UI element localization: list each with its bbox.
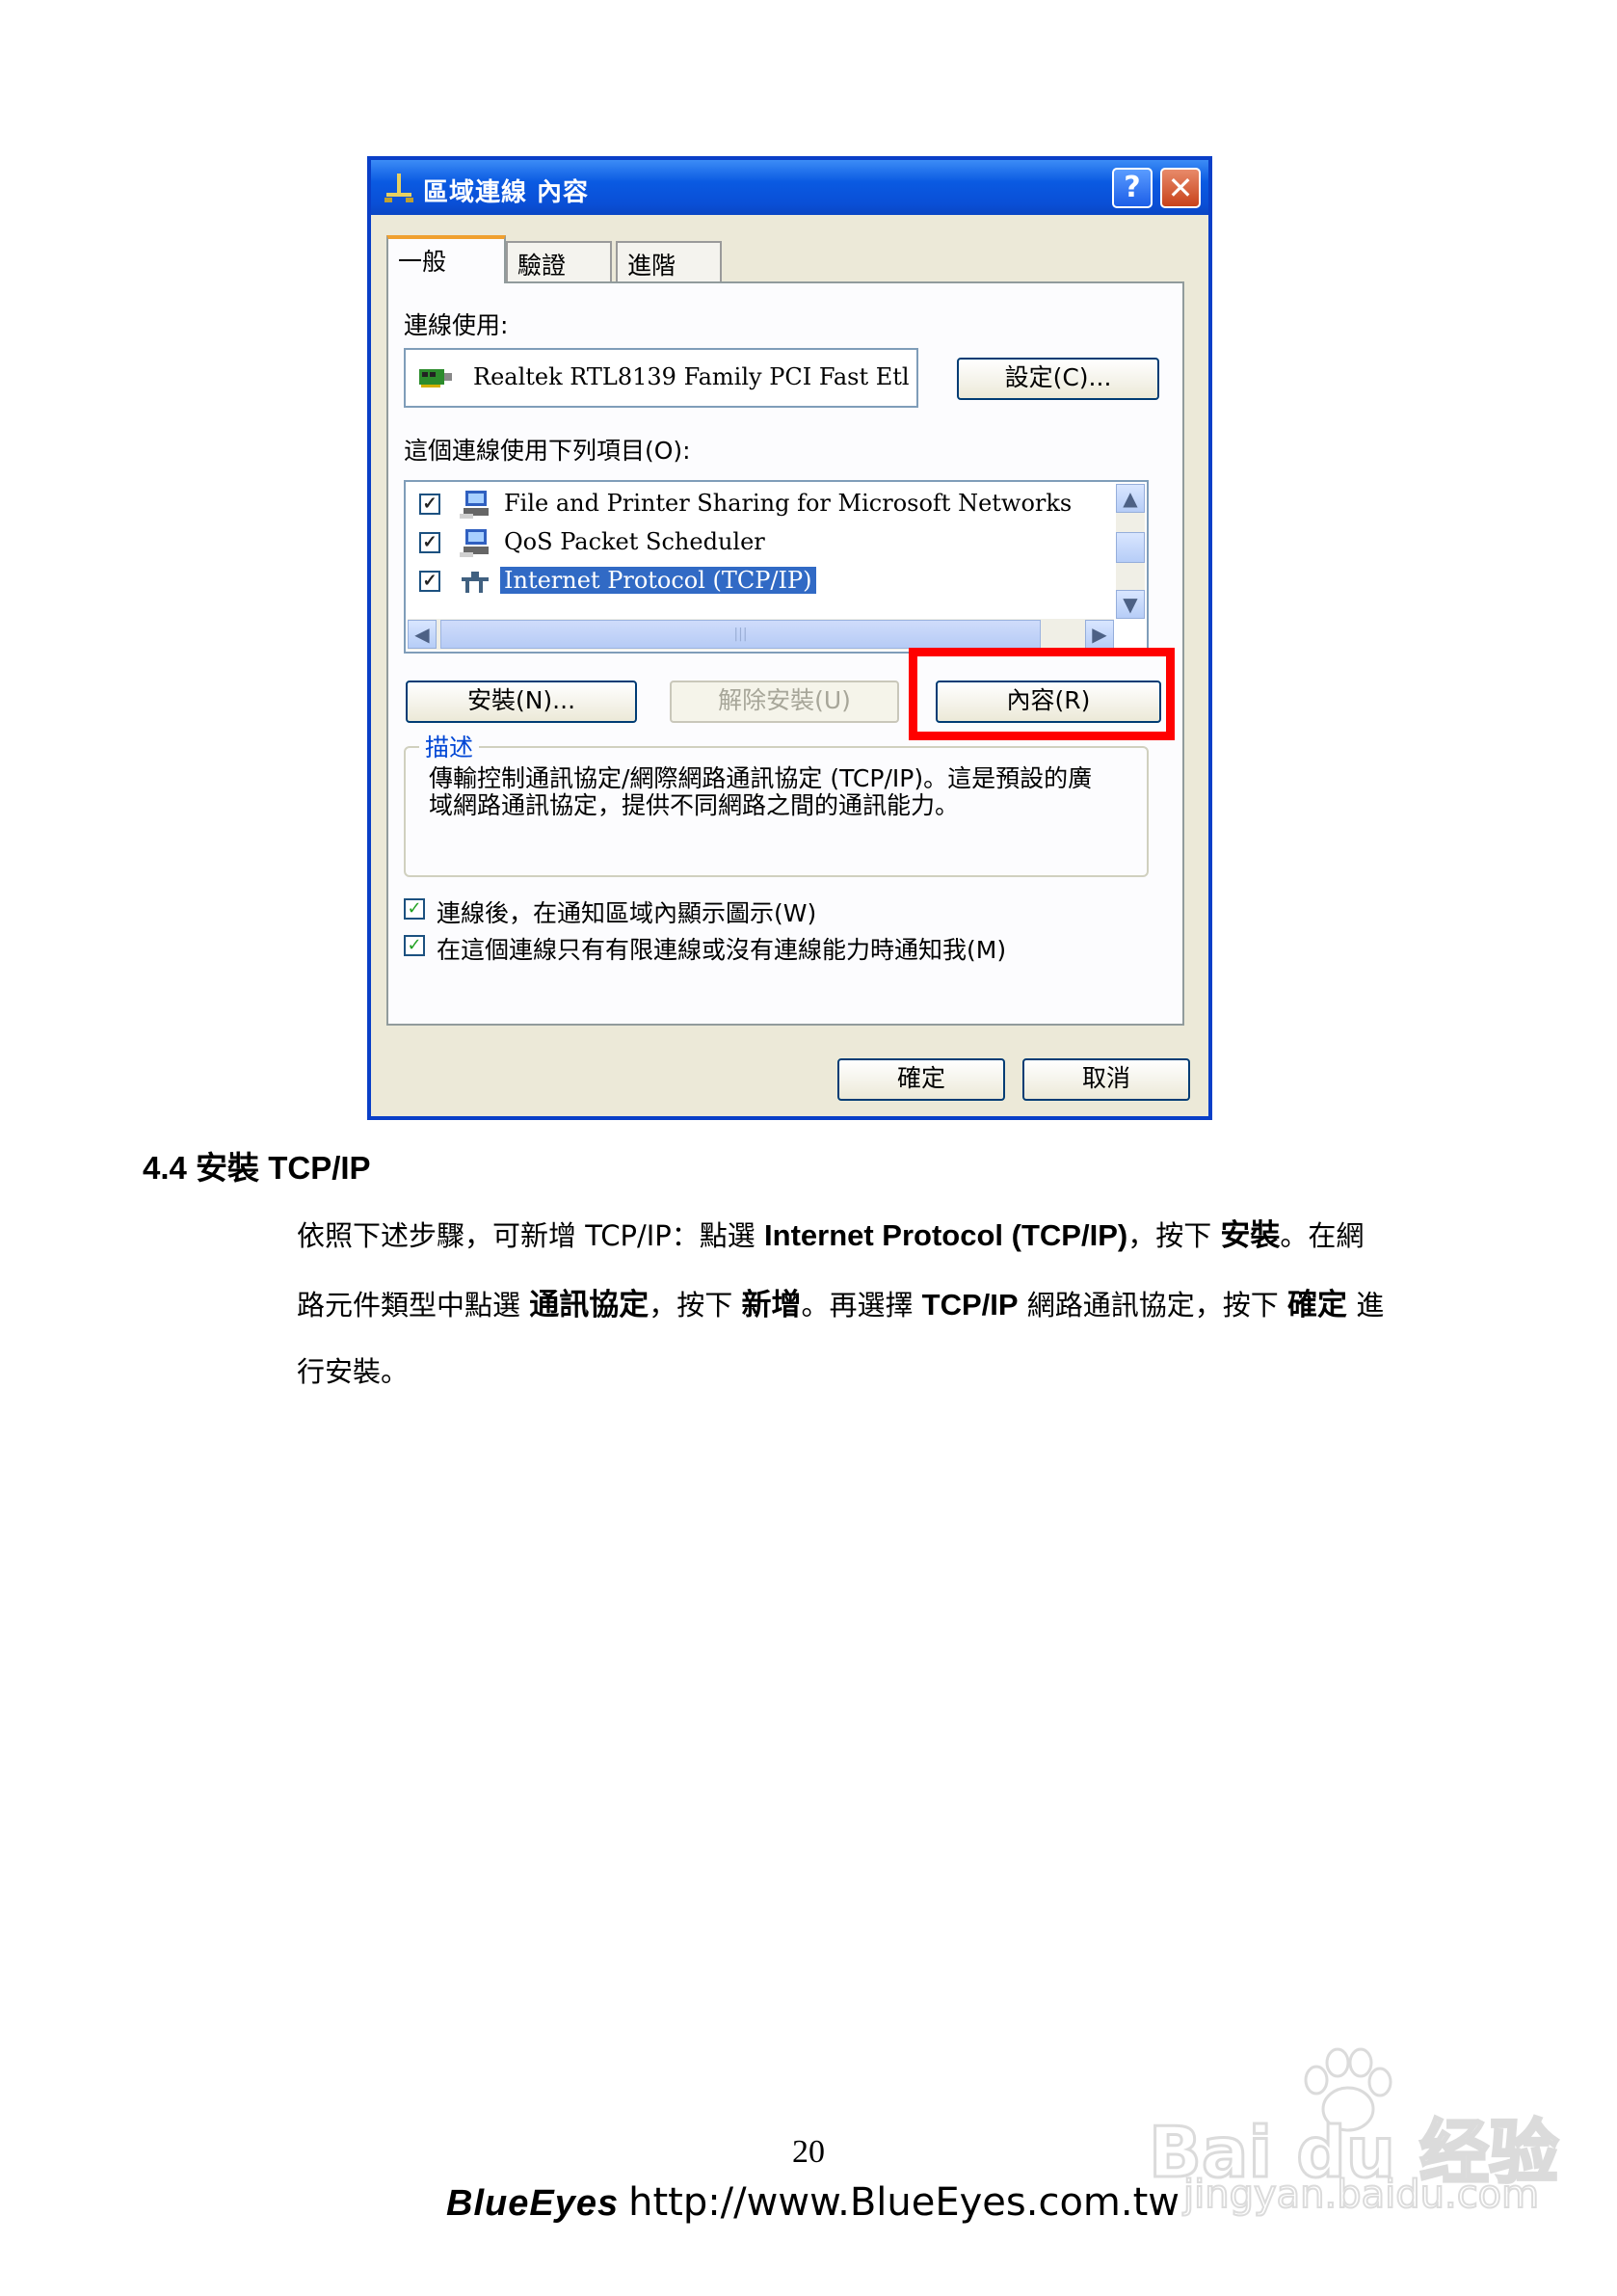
bold-run: TCP/IP [921, 1288, 1019, 1322]
tab-general[interactable]: 一般 [386, 235, 506, 283]
text-run: 網路通訊協定，按下 [1018, 1289, 1287, 1322]
bold-run: 安裝 [1220, 1218, 1281, 1252]
scroll-thumb[interactable]: ||| [440, 620, 1041, 649]
component-checkbox[interactable]: ✓ [419, 571, 440, 592]
bold-run: 通訊協定 [529, 1288, 649, 1322]
watermark-url: jingyan.baidu.com [1182, 2172, 1540, 2218]
description-group: 描述 傳輸控制通訊協定/網際網路通訊協定 (TCP/IP)。這是預設的廣域網路通… [404, 729, 1149, 877]
section-title: 4.4 安裝 TCP/IP [143, 1150, 371, 1186]
components-label: 這個連線使用下列項目(O): [404, 437, 691, 465]
bold-run: 新增 [741, 1288, 802, 1322]
watermark: Bai du 经验 jingyan.baidu.com [1147, 2047, 1560, 2218]
vertical-scrollbar[interactable]: ▲ ▼ [1116, 484, 1145, 619]
network-card-icon [419, 369, 452, 387]
close-button[interactable]: ✕ [1160, 168, 1201, 208]
description-text: 傳輸控制通訊協定/網際網路通訊協定 (TCP/IP)。這是預設的廣域網路通訊協定… [429, 764, 1093, 819]
paragraph-line: 依照下述步驟，可新增 TCP/IP：點選 Internet Protocol (… [297, 1211, 1444, 1254]
properties-dialog: 區域連線 內容 ? ✕ 一般 驗證 進階 連線使用: Realtek RTL81… [367, 156, 1212, 1120]
components-list: ✓ File and Printer Sharing for Microsoft… [404, 480, 1149, 654]
show-icon-checkbox[interactable]: ✓ [404, 898, 425, 920]
adapter-field: Realtek RTL8139 Family PCI Fast Etl [404, 348, 918, 408]
scroll-down-icon[interactable]: ▼ [1116, 590, 1145, 619]
text-run: ，按下 [1127, 1219, 1221, 1252]
component-checkbox[interactable]: ✓ [419, 532, 440, 553]
dialog-title: 區域連線 內容 [423, 178, 590, 207]
notify-label: 在這個連線只有有限連線或沒有連線能力時通知我(M) [437, 936, 1007, 964]
paragraph-line: 行安裝。 [297, 1355, 410, 1388]
text-run: 依照下述步驟，可新增 TCP/IP：點選 [297, 1219, 765, 1252]
horizontal-scrollbar[interactable]: ◀ ||| ▶ [408, 619, 1114, 650]
configure-button[interactable]: 設定(C)... [957, 358, 1159, 400]
footer: BlueEyes http://www.BlueEyes.com.tw [446, 2180, 1180, 2225]
list-item-selected[interactable]: ✓ Internet Protocol (TCP/IP) [419, 565, 1094, 598]
show-icon-label: 連線後，在通知區域內顯示圖示(W) [437, 899, 817, 927]
network-connection-icon [384, 174, 413, 202]
scroll-left-icon[interactable]: ◀ [408, 620, 437, 649]
tab-advanced[interactable]: 進階 [616, 241, 722, 281]
tab-authentication[interactable]: 驗證 [506, 241, 612, 281]
scroll-up-icon[interactable]: ▲ [1116, 484, 1145, 513]
protocol-icon [462, 572, 489, 593]
text-run: 路元件類型中點選 [297, 1289, 530, 1322]
uninstall-button[interactable]: 解除安裝(U) [670, 681, 899, 723]
bold-run: 確定 [1287, 1288, 1347, 1322]
scroll-thumb[interactable] [1116, 532, 1145, 563]
list-item[interactable]: ✓ QoS Packet Scheduler [419, 526, 1094, 559]
description-title: 描述 [419, 729, 480, 763]
component-label: File and Printer Sharing for Microsoft N… [504, 490, 1073, 517]
list-item[interactable]: ✓ File and Printer Sharing for Microsoft… [419, 488, 1094, 521]
cancel-button[interactable]: 取消 [1022, 1058, 1190, 1101]
text-run: 。在網 [1280, 1219, 1365, 1252]
paragraph-line: 路元件類型中點選 通訊協定，按下 新增。再選擇 TCP/IP 網路通訊協定，按下… [297, 1280, 1444, 1323]
component-label: Internet Protocol (TCP/IP) [500, 567, 816, 594]
adapter-name: Realtek RTL8139 Family PCI Fast Etl [473, 363, 910, 390]
scroll-right-icon[interactable]: ▶ [1085, 620, 1114, 649]
help-button[interactable]: ? [1112, 168, 1153, 208]
component-label: QoS Packet Scheduler [504, 528, 765, 555]
notify-checkbox[interactable]: ✓ [404, 935, 425, 956]
title-bar[interactable]: 區域連線 內容 ? ✕ [371, 160, 1208, 215]
connect-using-label: 連線使用: [404, 311, 509, 339]
ok-button[interactable]: 確定 [837, 1058, 1005, 1101]
brand-logo: BlueEyes [446, 2183, 620, 2224]
bold-run: Internet Protocol (TCP/IP) [764, 1218, 1128, 1252]
component-checkbox[interactable]: ✓ [419, 494, 440, 515]
install-button[interactable]: 安裝(N)... [406, 681, 637, 723]
text-run: 。再選擇 [801, 1289, 922, 1322]
network-computer-icon [460, 529, 489, 557]
text-run: ，按下 [649, 1289, 742, 1322]
text-run: 進 [1347, 1289, 1385, 1322]
highlight-box [909, 648, 1175, 740]
network-computer-icon [460, 491, 489, 519]
footer-url[interactable]: http://www.BlueEyes.com.tw [628, 2180, 1180, 2225]
